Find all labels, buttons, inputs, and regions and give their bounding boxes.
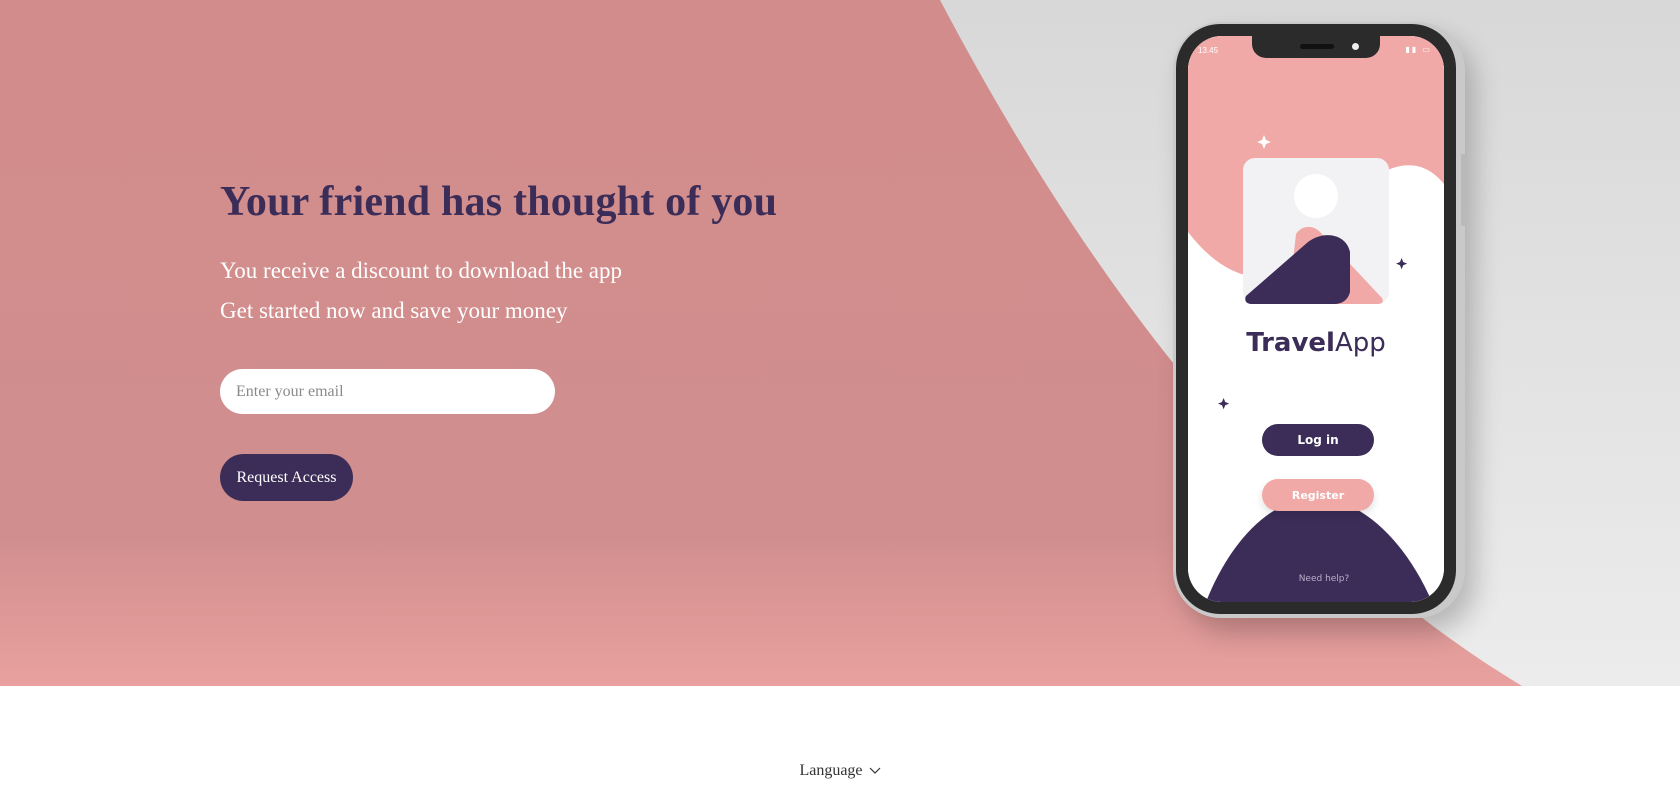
phone-screen-art	[1188, 36, 1444, 602]
login-button[interactable]: Log in	[1262, 424, 1374, 456]
phone-notch	[1252, 36, 1380, 58]
camera-icon	[1352, 43, 1359, 50]
subline-get-started: Get started now and save your money	[220, 298, 568, 323]
app-title: TravelApp	[1188, 328, 1444, 358]
subline-discount: You receive a discount to download the a…	[220, 258, 622, 283]
signal-battery-icon: ▮▮ ▭	[1405, 45, 1432, 54]
chevron-down-icon	[869, 767, 880, 775]
need-help-link[interactable]: Need help?	[1188, 574, 1444, 584]
language-selector[interactable]: Language	[0, 762, 1680, 780]
phone-screen: 13.45 ▮▮ ▭ TravelApp Log in Register Nee…	[1188, 36, 1444, 602]
email-input[interactable]	[220, 369, 555, 414]
headline: Your friend has thought of you	[220, 179, 778, 225]
status-time: 13.45	[1198, 46, 1219, 55]
hero-section: Your friend has thought of you You recei…	[0, 0, 1680, 686]
phone-frame: 13.45 ▮▮ ▭ TravelApp Log in Register Nee…	[1176, 24, 1456, 614]
request-access-button[interactable]: Request Access	[220, 454, 353, 501]
language-label: Language	[799, 762, 863, 779]
speaker-icon	[1300, 44, 1334, 49]
phone-side-button	[1461, 154, 1466, 226]
phone-mockup: 13.45 ▮▮ ▭ TravelApp Log in Register Nee…	[1173, 22, 1466, 618]
register-button[interactable]: Register	[1262, 479, 1374, 511]
app-title-bold: Travel	[1246, 328, 1335, 358]
app-title-light: App	[1334, 328, 1386, 358]
